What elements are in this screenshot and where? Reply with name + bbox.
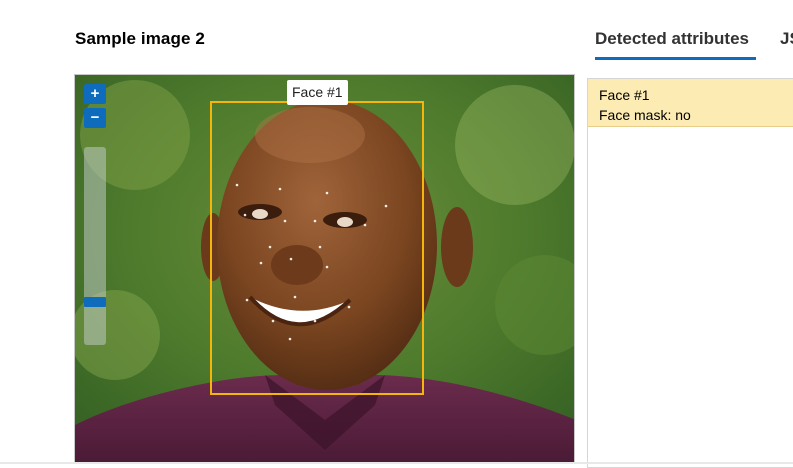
zoom-slider-handle[interactable] bbox=[84, 297, 106, 307]
zoom-in-button[interactable]: + bbox=[84, 84, 106, 104]
tab-detected-attributes[interactable]: Detected attributes bbox=[595, 29, 749, 49]
face-result-item[interactable]: Face #1 Face mask: no bbox=[588, 79, 793, 127]
results-panel: Face #1 Face mask: no bbox=[587, 78, 793, 468]
face-bounding-box[interactable] bbox=[210, 101, 424, 395]
face-mask-status: Face mask: no bbox=[599, 107, 691, 123]
zoom-out-button[interactable]: − bbox=[84, 108, 106, 128]
image-viewer[interactable]: + − Face #1 bbox=[74, 74, 575, 464]
page-title: Sample image 2 bbox=[75, 29, 205, 48]
face-result-name: Face #1 bbox=[599, 87, 650, 103]
zoom-slider[interactable] bbox=[84, 147, 106, 345]
face-label: Face #1 bbox=[287, 80, 348, 105]
tab-json[interactable]: JS bbox=[780, 29, 793, 49]
active-tab-indicator bbox=[595, 57, 756, 60]
